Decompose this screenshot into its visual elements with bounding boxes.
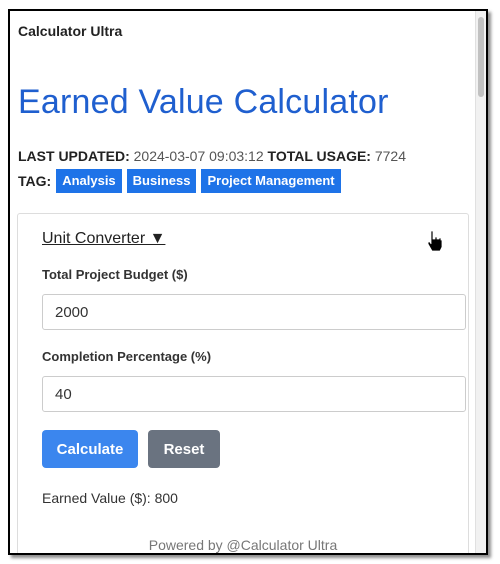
completion-label: Completion Percentage (%) — [42, 349, 212, 364]
tag-label: TAG: — [18, 173, 52, 189]
vertical-scrollbar[interactable] — [475, 11, 486, 553]
budget-label: Total Project Budget ($) — [42, 267, 188, 282]
tag-analysis[interactable]: Analysis — [56, 169, 122, 193]
scrollbar-thumb[interactable] — [478, 17, 484, 97]
calculate-button[interactable]: Calculate — [42, 430, 138, 468]
reset-button[interactable]: Reset — [148, 430, 220, 468]
page-title: Earned Value Calculator — [18, 83, 389, 121]
tag-list: TAG: Analysis Business Project Managemen… — [18, 169, 341, 193]
total-usage-value: 7724 — [374, 148, 407, 164]
budget-input[interactable] — [42, 294, 466, 330]
hand-pointer-icon — [426, 230, 444, 257]
calculator-form: Unit Converter ▼ Total Project Budget ($… — [30, 214, 466, 516]
calculator-card: Unit Converter ▼ Total Project Budget ($… — [17, 213, 469, 553]
tag-project-management[interactable]: Project Management — [201, 169, 341, 193]
last-updated-label: LAST UPDATED: — [18, 148, 130, 164]
meta-info: LAST UPDATED: 2024-03-07 09:03:12 TOTAL … — [18, 148, 406, 164]
completion-input[interactable] — [42, 376, 466, 412]
last-updated-value: 2024-03-07 09:03:12 — [133, 148, 264, 164]
app-title: Calculator Ultra — [18, 23, 123, 39]
browser-window: Calculator Ultra Earned Value Calculator… — [8, 9, 488, 555]
unit-converter-toggle[interactable]: Unit Converter ▼ — [42, 230, 165, 248]
footer-text: Powered by @Calculator Ultra — [148, 537, 338, 553]
result-text: Earned Value ($): 800 — [42, 490, 178, 506]
total-usage-label: TOTAL USAGE: — [267, 148, 371, 164]
tag-business[interactable]: Business — [126, 169, 197, 193]
